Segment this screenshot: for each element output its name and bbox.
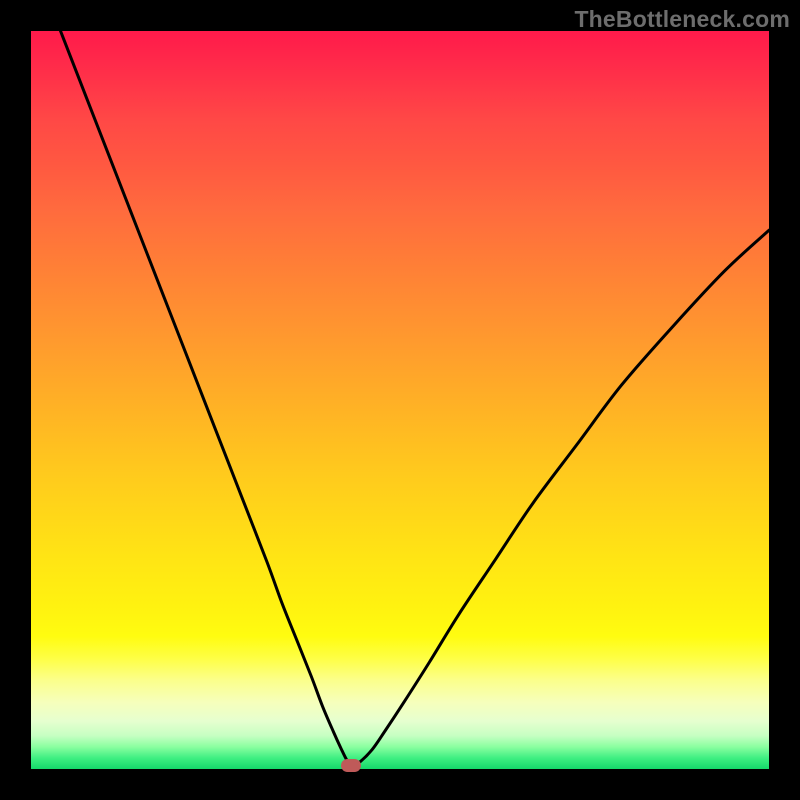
bottleneck-curve — [31, 31, 769, 769]
minimum-marker — [341, 759, 361, 772]
watermark-text: TheBottleneck.com — [574, 6, 790, 33]
chart-frame: TheBottleneck.com — [0, 0, 800, 800]
